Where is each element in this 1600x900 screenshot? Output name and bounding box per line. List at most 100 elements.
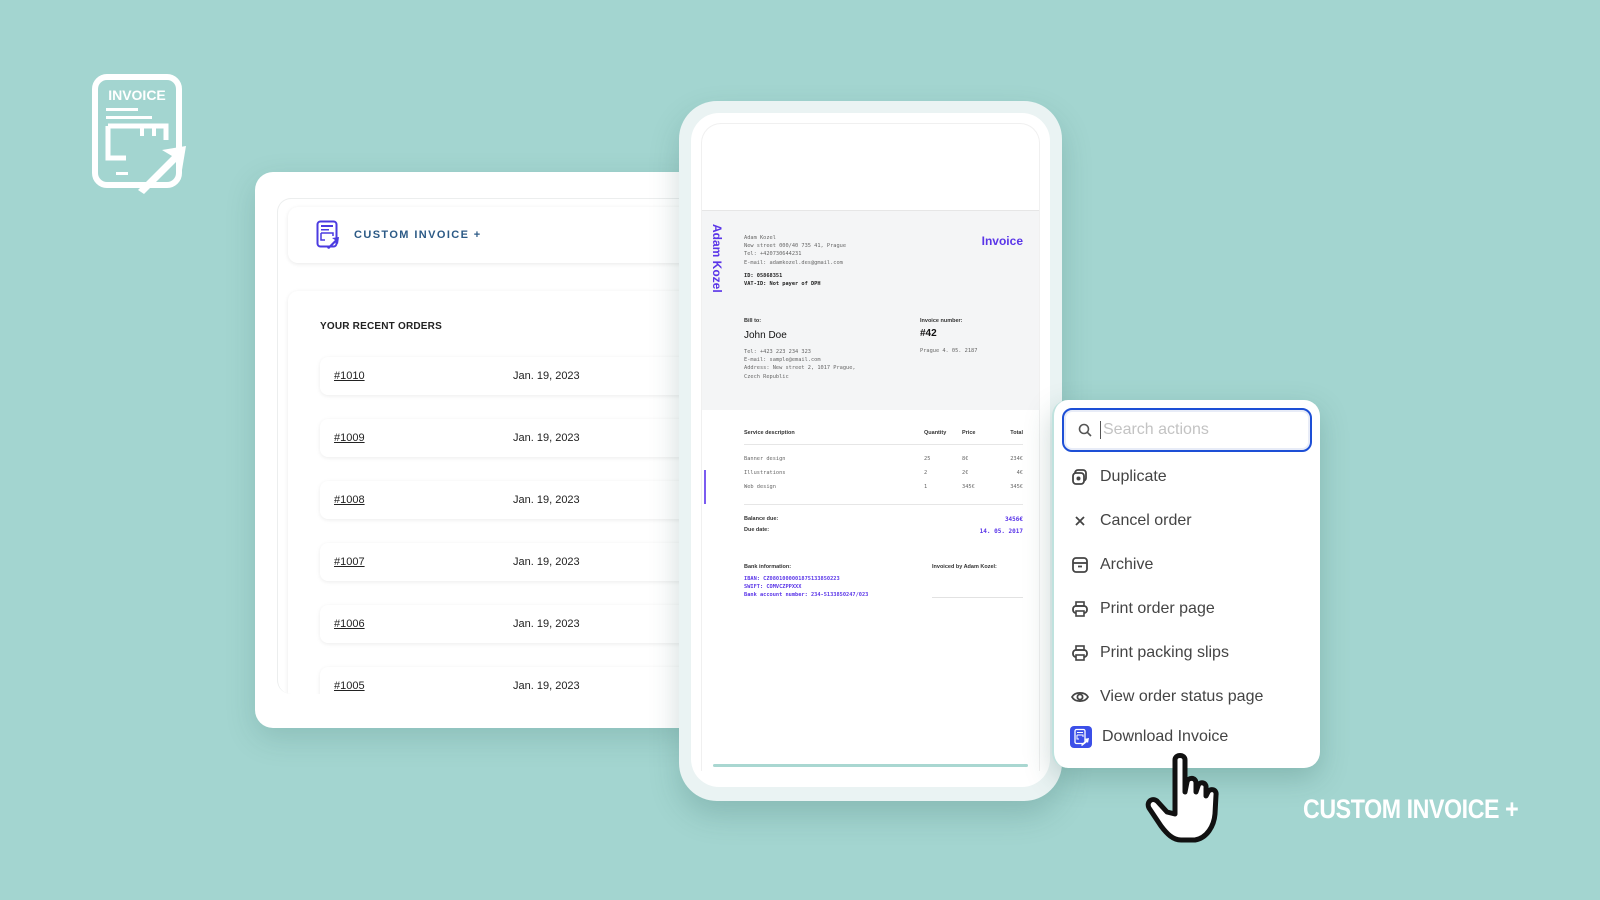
recent-orders-card: YOUR RECENT ORDERS #1010 Jan. 19, 2023 #… bbox=[288, 291, 695, 694]
sender-tel: Tel: +420730644231 bbox=[744, 251, 802, 258]
order-link[interactable]: #1009 bbox=[334, 432, 365, 444]
balance-label: Balance due: bbox=[744, 516, 779, 522]
swift: SWIFT: COMVCZPPXXX bbox=[744, 584, 802, 591]
row-total: 234€ bbox=[1010, 456, 1023, 462]
invoice-logo-icon: INVOICE bbox=[92, 74, 186, 194]
orders-panel: CUSTOM INVOICE + YOUR RECENT ORDERS #101… bbox=[277, 198, 695, 694]
order-row[interactable]: #1008 Jan. 19, 2023 bbox=[320, 481, 695, 519]
row-price: 2€ bbox=[962, 470, 969, 476]
invoice-table-row: Web design 1 345€ 345€ bbox=[744, 484, 1023, 494]
invoiced-by-label: Invoiced by Adam Kozel: bbox=[932, 564, 997, 570]
eye-icon bbox=[1070, 691, 1090, 703]
order-link[interactable]: #1005 bbox=[334, 680, 365, 692]
header-description: Service description bbox=[744, 430, 795, 436]
action-archive[interactable]: Archive bbox=[1070, 550, 1310, 580]
action-view-order-status[interactable]: View order status page bbox=[1070, 682, 1310, 712]
action-label: Archive bbox=[1100, 556, 1154, 573]
invoice-sender: Adam Kozel New street 000/40 735 41, Pra… bbox=[744, 234, 846, 288]
invoice-vertical-name: Adam Kozel bbox=[710, 224, 724, 293]
invoice-table-row: Banner design 25 8€ 234€ bbox=[744, 456, 1023, 466]
header-price: Price bbox=[962, 430, 976, 436]
header-total: Total bbox=[1010, 430, 1023, 436]
invoice-title: Invoice bbox=[981, 234, 1023, 248]
search-actions-input[interactable] bbox=[1100, 421, 1300, 439]
brand-tagline: CUSTOM INVOICE + bbox=[1303, 794, 1519, 824]
bank-info-label: Bank information: bbox=[744, 564, 792, 570]
invoice-app-icon bbox=[316, 220, 339, 249]
invoice-app-icon bbox=[1070, 726, 1092, 748]
header-quantity: Quantity bbox=[924, 430, 947, 436]
order-date: Jan. 19, 2023 bbox=[513, 432, 580, 444]
action-duplicate[interactable]: Duplicate bbox=[1070, 462, 1310, 492]
action-label: Cancel order bbox=[1100, 512, 1192, 529]
row-price: 345€ bbox=[962, 484, 975, 490]
bill-to-address: Address: New street 2, 1017 Prague, bbox=[744, 365, 856, 372]
recent-orders-title: YOUR RECENT ORDERS bbox=[320, 321, 442, 332]
app-header: CUSTOM INVOICE + bbox=[288, 207, 695, 263]
sender-name: Adam Kozel bbox=[744, 235, 776, 241]
action-cancel-order[interactable]: Cancel order bbox=[1070, 506, 1310, 536]
bill-to-country: Czech Republic bbox=[744, 373, 789, 380]
action-download-invoice[interactable]: Download Invoice bbox=[1070, 722, 1310, 752]
order-row[interactable]: #1009 Jan. 19, 2023 bbox=[320, 419, 695, 457]
action-label: Duplicate bbox=[1100, 468, 1167, 485]
action-label: View order status page bbox=[1100, 688, 1264, 705]
order-date: Jan. 19, 2023 bbox=[513, 556, 580, 568]
action-print-order-page[interactable]: Print order page bbox=[1070, 594, 1310, 624]
invoice-number-label: Invoice number: bbox=[920, 318, 963, 324]
divider bbox=[744, 504, 1023, 505]
divider bbox=[744, 444, 1023, 445]
row-total: 345€ bbox=[1010, 484, 1023, 490]
app-name: CUSTOM INVOICE + bbox=[354, 229, 482, 241]
action-label: Print order page bbox=[1100, 600, 1215, 617]
invoice-table-header: Service description Quantity Price Total bbox=[744, 430, 1023, 444]
order-date: Jan. 19, 2023 bbox=[513, 679, 580, 692]
bank-account: Bank account number: 234-5133850247/023 bbox=[744, 592, 869, 599]
invoice-number: #42 bbox=[920, 328, 937, 339]
order-row[interactable]: #1006 Jan. 19, 2023 bbox=[320, 605, 695, 643]
order-date: Jan. 19, 2023 bbox=[513, 494, 580, 506]
action-label: Print packing slips bbox=[1100, 644, 1229, 661]
action-label: Download Invoice bbox=[1102, 728, 1229, 745]
order-row[interactable]: #1010 Jan. 19, 2023 bbox=[320, 357, 695, 395]
phone-mockup: Adam Kozel Adam Kozel New street 000/40 … bbox=[679, 101, 1062, 801]
hand-pointer-cursor-icon bbox=[1145, 753, 1219, 843]
iban: IBAN: CZ0801000001875133850223 bbox=[744, 576, 840, 582]
row-description: Illustrations bbox=[744, 470, 786, 476]
order-date: Jan. 19, 2023 bbox=[513, 370, 580, 382]
search-actions-field[interactable] bbox=[1062, 408, 1312, 452]
invoice-document: Adam Kozel Adam Kozel New street 000/40 … bbox=[701, 123, 1040, 771]
action-print-packing-slips[interactable]: Print packing slips bbox=[1070, 638, 1310, 668]
orders-window: CUSTOM INVOICE + YOUR RECENT ORDERS #101… bbox=[255, 172, 695, 728]
row-price: 8€ bbox=[962, 456, 969, 462]
bill-to-label: Bill to: bbox=[744, 318, 762, 324]
duplicate-icon bbox=[1072, 469, 1087, 485]
printer-icon bbox=[1072, 645, 1088, 661]
order-row[interactable]: #1005 Jan. 19, 2023 bbox=[320, 667, 695, 694]
invoice-table-row: Illustrations 2 2€ 4€ bbox=[744, 470, 1023, 480]
signature-line bbox=[932, 597, 1023, 598]
order-link[interactable]: #1010 bbox=[334, 370, 365, 382]
invoice-date: Prague 4. 05. 2187 bbox=[920, 348, 978, 354]
sender-vat: VAT-ID: Not payer of DPH bbox=[744, 281, 821, 288]
logo-text: INVOICE bbox=[108, 87, 166, 103]
order-row[interactable]: #1007 Jan. 19, 2023 bbox=[320, 543, 695, 581]
row-quantity: 1 bbox=[924, 484, 928, 490]
sender-address: New street 000/40 735 41, Prague bbox=[744, 243, 847, 250]
bill-to-tel: Tel: +423 223 234 323 bbox=[744, 349, 811, 355]
bill-to-details: Tel: +423 223 234 323 E-mail: sample@ema… bbox=[744, 348, 856, 381]
bill-to-name: John Doe bbox=[744, 330, 787, 341]
bank-info: IBAN: CZ0801000001875133850223 SWIFT: CO… bbox=[744, 575, 868, 600]
bill-to-email: E-mail: sample@email.com bbox=[744, 357, 821, 364]
row-quantity: 25 bbox=[924, 456, 931, 462]
sender-email: E-mail: adamkozel.des@gmail.com bbox=[744, 259, 843, 266]
order-link[interactable]: #1006 bbox=[334, 618, 365, 630]
balance-value: 3456€ bbox=[1004, 516, 1023, 523]
printer-icon bbox=[1072, 601, 1088, 617]
row-quantity: 2 bbox=[924, 470, 928, 476]
home-indicator bbox=[713, 764, 1028, 767]
due-date-label: Due date: bbox=[744, 527, 770, 533]
order-link[interactable]: #1007 bbox=[334, 556, 365, 568]
sender-id: ID: 05868351 bbox=[744, 272, 783, 279]
order-link[interactable]: #1008 bbox=[334, 494, 365, 506]
